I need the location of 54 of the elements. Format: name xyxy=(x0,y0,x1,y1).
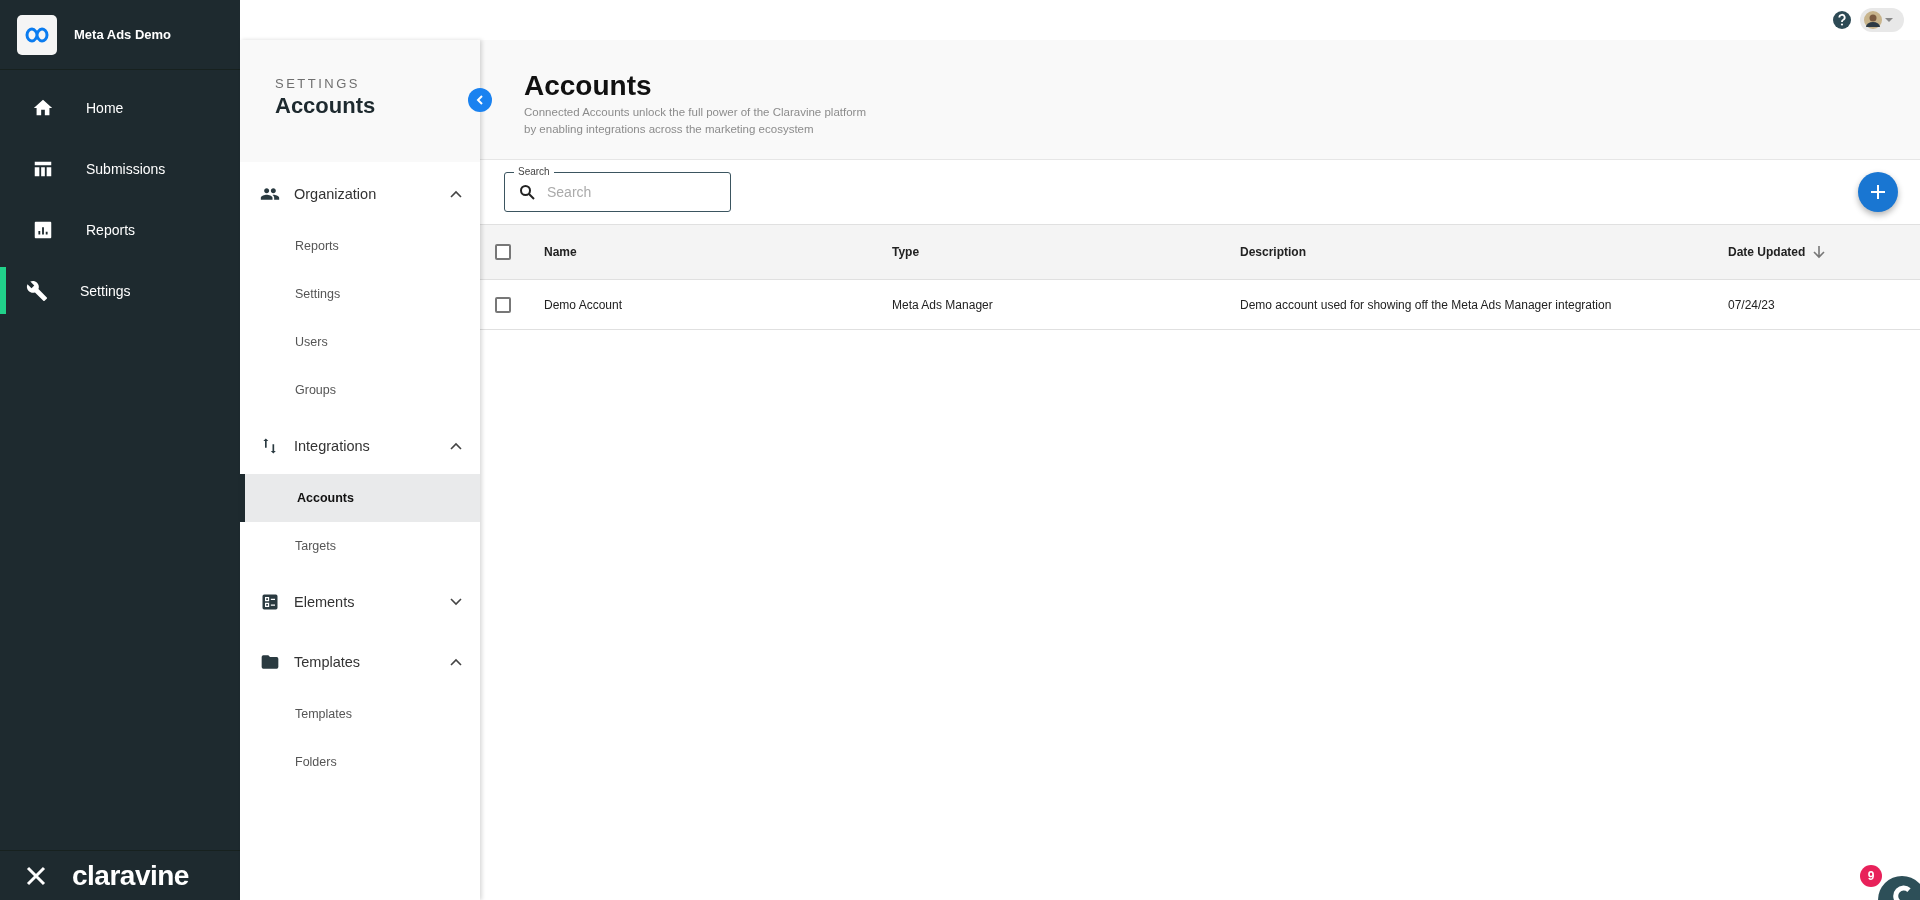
settings-link[interactable]: Targets xyxy=(240,522,480,570)
nav-item[interactable]: Settings xyxy=(0,267,240,314)
chevron-up-icon xyxy=(450,190,462,198)
row-checkbox[interactable] xyxy=(495,296,511,313)
panel-title: Accounts xyxy=(275,93,377,119)
table-cell: Demo account used for showing off the Meta Ads Manager integration xyxy=(1240,280,1728,330)
avatar-icon xyxy=(1864,11,1882,29)
field-label: Search xyxy=(514,166,554,178)
settings-link[interactable]: Reports xyxy=(240,222,480,270)
settings-group[interactable]: Organization xyxy=(240,166,480,222)
page-subtitle: Connected Accounts unlock the full power of the Claravine platform by enabling integrations across the marketing ecosystem xyxy=(524,105,867,137)
table-cell: 07/24/23 xyxy=(1728,280,1920,330)
add-button[interactable] xyxy=(1858,172,1898,212)
workspace-name: Meta Ads Demo xyxy=(74,27,172,42)
nav-item[interactable]: Reports xyxy=(0,206,240,253)
chevron-up-icon xyxy=(450,658,462,666)
column-header[interactable]: Description xyxy=(1240,224,1728,280)
brand-logo: claravine xyxy=(72,859,189,892)
sort-down-arrow-icon xyxy=(1813,245,1826,259)
nav-item[interactable]: Submissions xyxy=(0,145,240,192)
chevron-up-icon xyxy=(450,442,462,450)
account-menu-button[interactable] xyxy=(1860,8,1904,32)
plus-icon xyxy=(1870,184,1886,200)
settings-link[interactable]: Accounts xyxy=(240,474,480,522)
nav-item[interactable]: Home xyxy=(0,84,240,131)
settings-group[interactable]: Elements xyxy=(240,574,480,630)
wrench-icon xyxy=(26,279,48,302)
folder-icon xyxy=(260,652,280,672)
page-title: Accounts xyxy=(524,70,653,102)
settings-link[interactable]: Settings xyxy=(240,270,480,318)
chevron-left-icon xyxy=(475,95,485,105)
column-header[interactable]: Date Updated xyxy=(1728,224,1920,280)
chevron-down-icon xyxy=(450,598,462,606)
notification-badge: 9 xyxy=(1860,865,1882,887)
settings-link[interactable]: Templates xyxy=(240,690,480,738)
search-icon xyxy=(519,184,535,200)
chat-launcher-icon[interactable] xyxy=(1876,874,1920,900)
collapse-panel-button[interactable] xyxy=(468,88,492,112)
select-all-checkbox[interactable] xyxy=(495,244,511,260)
workspace-logo-icon xyxy=(17,14,57,55)
table-cell: Meta Ads Manager xyxy=(892,280,1240,330)
settings-link[interactable]: Groups xyxy=(240,366,480,414)
settings-link[interactable]: Folders xyxy=(240,738,480,786)
table-cell: Demo Account xyxy=(544,280,892,330)
settings-link[interactable]: Users xyxy=(240,318,480,366)
caret-icon xyxy=(1884,17,1894,23)
checklist-icon xyxy=(260,592,280,612)
settings-group[interactable]: Integrations xyxy=(240,418,480,474)
section-overline: SETTINGS xyxy=(275,76,361,91)
settings-group[interactable]: Templates xyxy=(240,634,480,690)
column-header[interactable]: Type xyxy=(892,224,1240,280)
help-icon[interactable] xyxy=(1832,10,1852,30)
close-icon[interactable] xyxy=(26,865,46,886)
column-header[interactable]: Name xyxy=(544,224,892,280)
